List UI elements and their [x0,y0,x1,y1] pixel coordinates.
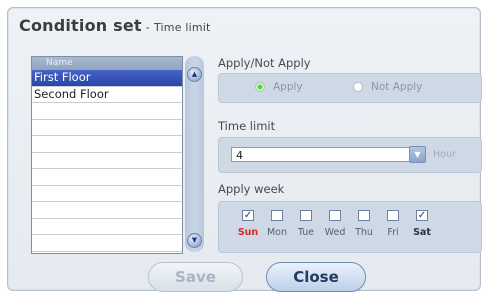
list-scrollbar[interactable]: ▲ ▼ [185,56,204,252]
day-label-sun: Sun [237,227,259,238]
checkbox-sat[interactable]: ✓ [416,210,428,221]
radio-not-apply[interactable]: Not Apply [353,81,422,93]
day-sat[interactable]: ✓ Sat [410,210,434,238]
day-label-tue: Tue [297,227,315,238]
radio-apply-label: Apply [273,81,303,93]
checkbox-sun[interactable]: ✓ [242,210,254,221]
radio-off-icon [353,82,363,92]
time-unit-label: Hour [433,149,456,160]
save-button[interactable]: Save [148,262,243,292]
time-limit-label: Time limit [218,119,276,133]
day-label-sat: Sat [413,227,431,238]
scroll-up-icon[interactable]: ▲ [187,67,202,82]
checkbox-wed[interactable] [329,210,341,221]
title-separator: - [145,21,150,34]
list-item-first-floor[interactable]: First Floor [32,70,182,87]
dialog-subtitle: Time limit [153,21,211,34]
scroll-down-icon[interactable]: ▼ [187,233,202,248]
list-item-second-floor[interactable]: Second Floor [32,87,182,103]
day-thu[interactable]: Thu [352,210,376,238]
checkbox-fri[interactable] [387,210,399,221]
list-item[interactable] [32,120,182,136]
radio-apply[interactable]: Apply [255,81,303,93]
list-item[interactable] [32,153,182,169]
radio-on-icon [255,82,265,92]
day-tue[interactable]: Tue [294,210,318,238]
day-label-wed: Wed [324,227,346,238]
checkbox-mon[interactable] [271,210,283,221]
list-item[interactable] [32,235,182,252]
apply-section-label: Apply/Not Apply [218,56,311,70]
list-item[interactable] [32,169,182,186]
dialog-title: Condition set [19,16,142,35]
day-mon[interactable]: Mon [265,210,289,238]
checkbox-tue[interactable] [300,210,312,221]
list-item[interactable] [32,103,182,120]
day-label-mon: Mon [266,227,288,238]
floor-list: Name First Floor Second Floor [31,56,183,254]
list-item[interactable] [32,136,182,153]
day-wed[interactable]: Wed [323,210,347,238]
apply-week-label: Apply week [218,182,285,196]
day-sun[interactable]: ✓ Sun [236,210,260,238]
list-item[interactable] [32,202,182,219]
list-header: Name [32,57,182,70]
chevron-down-icon[interactable]: ▼ [409,146,426,163]
dialog-title-bar: Condition set - Time limit [19,16,211,35]
day-label-fri: Fri [387,227,399,238]
radio-not-apply-label: Not Apply [371,81,423,93]
checkbox-thu[interactable] [358,210,370,221]
close-button[interactable]: Close [266,262,366,292]
day-label-thu: Thu [355,227,373,238]
day-fri[interactable]: Fri [381,210,405,238]
time-limit-select[interactable]: 4 [231,147,425,162]
list-item[interactable] [32,186,182,202]
list-item[interactable] [32,219,182,235]
